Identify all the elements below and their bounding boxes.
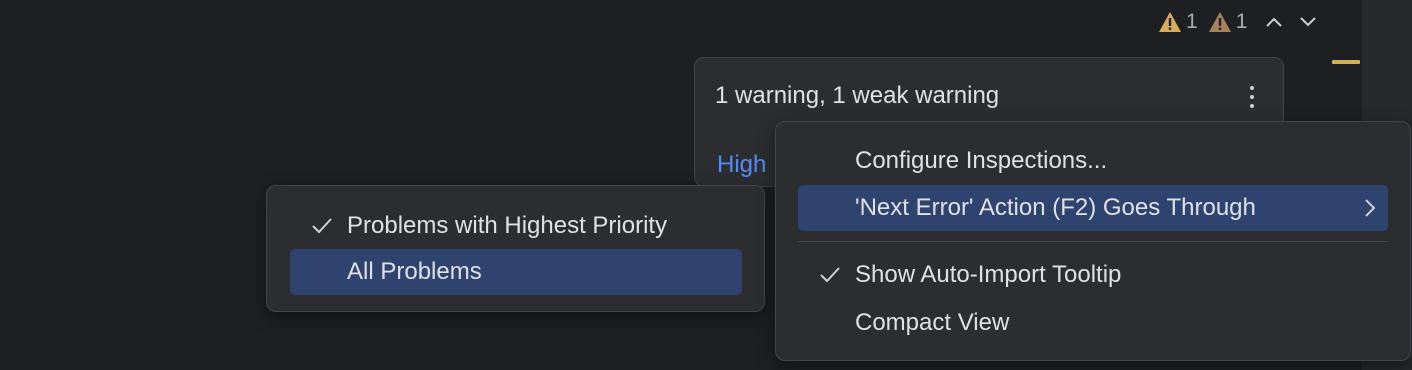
weak-warning-icon	[1208, 12, 1231, 32]
warning-count: 1	[1186, 10, 1198, 33]
kebab-icon-dot	[1250, 95, 1254, 99]
menu-item-auto-import-tooltip[interactable]: Show Auto-Import Tooltip	[798, 252, 1388, 298]
inspection-options-menu: Configure Inspections... 'Next Error' Ac…	[775, 121, 1411, 361]
chevron-right-icon	[1365, 199, 1376, 217]
menu-separator	[798, 241, 1388, 242]
menu-item-label: 'Next Error' Action (F2) Goes Through	[855, 194, 1256, 221]
previous-problem-button[interactable]	[1257, 6, 1291, 38]
menu-item-label: Compact View	[855, 309, 1010, 336]
chevron-up-icon	[1266, 17, 1283, 27]
menu-item-label: Problems with Highest Priority	[347, 212, 668, 239]
warning-stripe-marker[interactable]	[1332, 60, 1360, 64]
menu-item-highest-priority[interactable]: Problems with Highest Priority	[290, 203, 742, 249]
more-options-button[interactable]	[1241, 82, 1263, 112]
menu-item-all-problems[interactable]: All Problems	[290, 249, 742, 295]
menu-item-compact-view[interactable]: Compact View	[798, 300, 1388, 346]
weak-warning-count: 1	[1235, 10, 1248, 33]
next-problem-button[interactable]	[1291, 6, 1325, 38]
weak-warning-counter[interactable]: 1	[1208, 6, 1248, 38]
menu-item-next-error-action[interactable]: 'Next Error' Action (F2) Goes Through	[798, 185, 1388, 231]
checkmark-icon	[818, 263, 842, 287]
highlighting-link[interactable]: High	[717, 151, 766, 179]
menu-item-label: Show Auto-Import Tooltip	[855, 261, 1122, 288]
warning-counter[interactable]: 1	[1158, 6, 1198, 38]
tooltip-message: 1 warning, 1 weak warning	[715, 82, 1000, 109]
warning-icon	[1159, 12, 1181, 32]
kebab-icon-dot	[1250, 104, 1254, 108]
inspection-widget: 1 1	[1158, 6, 1325, 38]
menu-item-label: All Problems	[347, 258, 482, 285]
kebab-icon-dot	[1250, 86, 1254, 90]
menu-item-configure-inspections[interactable]: Configure Inspections...	[798, 138, 1388, 184]
checkmark-icon	[310, 214, 334, 238]
menu-item-label: Configure Inspections...	[855, 147, 1108, 174]
next-error-submenu: Problems with Highest Priority All Probl…	[266, 185, 765, 312]
chevron-down-icon	[1300, 17, 1317, 27]
